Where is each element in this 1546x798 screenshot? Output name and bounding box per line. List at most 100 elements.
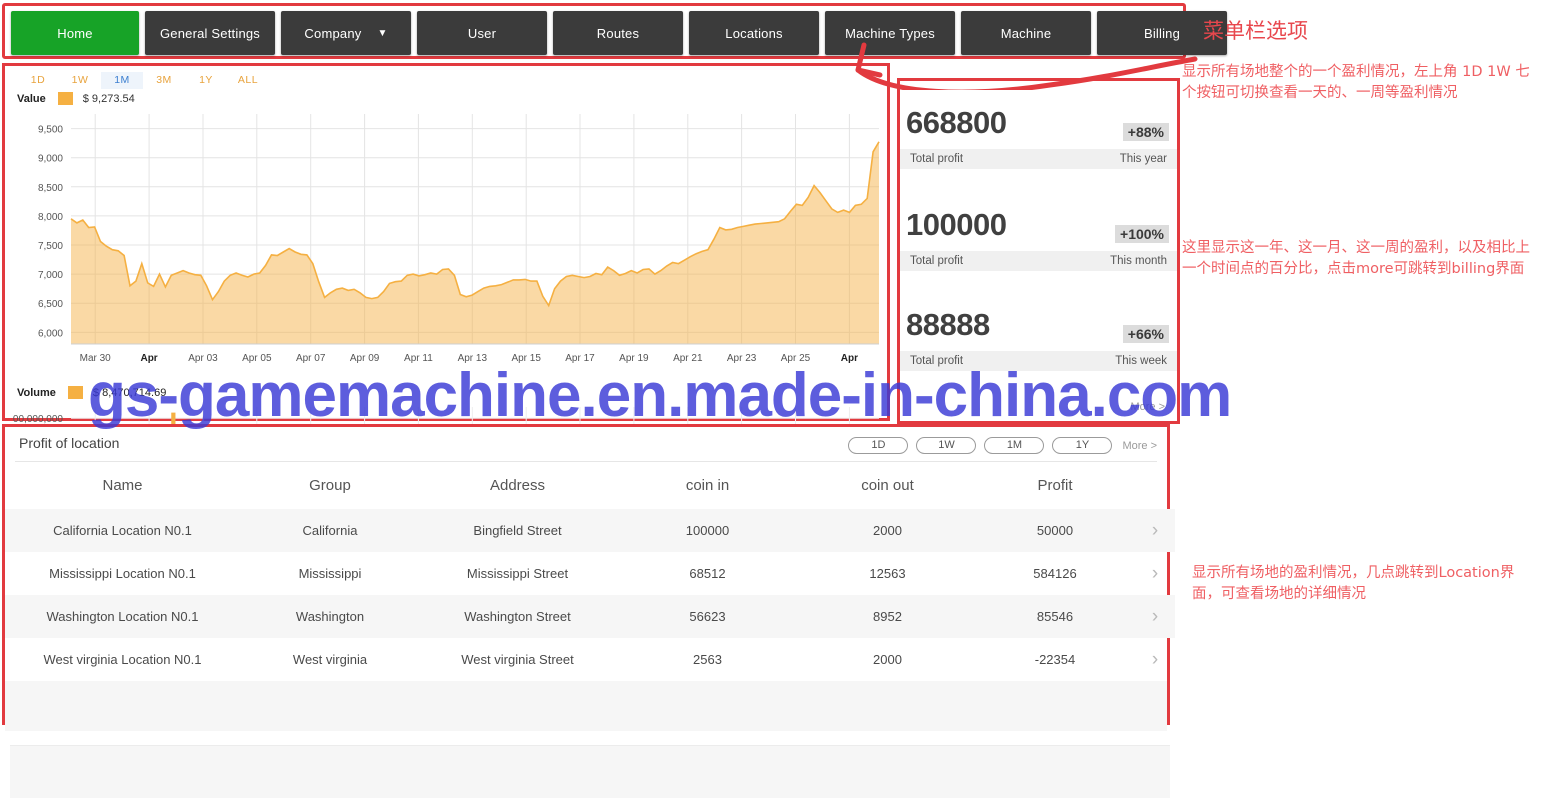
column-header-group: Group — [309, 477, 351, 494]
nav-item-label: General Settings — [159, 25, 261, 41]
column-header-address: Address — [489, 477, 546, 494]
nav-item-label: Company — [304, 25, 362, 41]
cell-coin-in: 68512 — [689, 566, 726, 581]
value-legend-label: Value — [17, 92, 46, 105]
nav-item-general-settings[interactable]: General Settings — [145, 11, 275, 55]
cell-group: Washington — [295, 609, 365, 624]
column-header-action — [1135, 462, 1175, 509]
nav-item-company[interactable]: Company ▼ — [281, 11, 411, 55]
nav-item-label: User — [467, 25, 497, 41]
nav-item-label: Locations — [725, 25, 783, 41]
cell-coin-out: 8952 — [873, 609, 902, 624]
table-header-row: Name Group Address coin in coin out Profit — [5, 462, 1175, 509]
profit-card-this-year[interactable]: 668800 +88% Total profit This year — [900, 101, 1177, 175]
table-range-1m[interactable]: 1M — [984, 437, 1045, 454]
column-header-profit: Profit — [1037, 477, 1073, 494]
table-range-1w[interactable]: 1W — [916, 437, 977, 454]
cell-address: Mississippi Street — [466, 566, 569, 581]
chevron-down-icon: ▼ — [377, 27, 388, 39]
chart-range-all[interactable]: ALL — [227, 72, 269, 89]
nav-item-locations[interactable]: Locations — [689, 11, 819, 55]
value-chart-svg: 6,000 6,500 7,000 7,500 8,000 8,500 9,000 9,500… — [38, 114, 880, 364]
cell-coin-out: 2000 — [873, 523, 902, 538]
cell-address: West virginia Street — [461, 652, 574, 667]
table-range-1y[interactable]: 1Y — [1052, 437, 1113, 454]
cell-coin-out: 12563 — [869, 566, 906, 581]
cell-profit: 85546 — [1036, 609, 1074, 624]
profit-amount: 100000 — [906, 207, 1007, 242]
nav-item-user[interactable]: User — [417, 11, 547, 55]
svg-text:6,500: 6,500 — [38, 299, 63, 310]
column-header-coin-out: coin out — [861, 477, 914, 494]
value-legend-swatch — [57, 92, 73, 105]
chart-range-1w[interactable]: 1W — [59, 72, 101, 89]
table-range-1d[interactable]: 1D — [848, 437, 909, 454]
profit-amount: 668800 — [906, 105, 1007, 140]
value-legend: Value $ 9,273.54 — [17, 92, 135, 105]
svg-text:7,000: 7,000 — [38, 270, 63, 281]
nav-item-label: Home — [57, 25, 93, 41]
row-detail-chevron[interactable]: › — [1135, 509, 1175, 552]
profit-card-period: This month — [1110, 255, 1167, 267]
chart-range-selector[interactable]: 1D 1W 1M 3M 1Y ALL — [17, 72, 269, 89]
nav-item-routes[interactable]: Routes — [553, 11, 683, 55]
profit-card-this-month[interactable]: 100000 +100% Total profit This month — [900, 203, 1177, 277]
cell-address: Washington Street — [464, 609, 571, 624]
table-bottom-gap — [5, 731, 1167, 739]
cell-profit: -22354 — [1034, 652, 1076, 667]
profit-card-subbar: Total profit This year — [900, 149, 1177, 169]
table-range-selector[interactable]: 1D 1W 1M 1Y More > — [848, 437, 1157, 454]
table-body: California Location N0.1 California Bingfi… — [5, 509, 1175, 681]
row-detail-chevron[interactable]: › — [1135, 638, 1175, 681]
nav-item-home[interactable]: Home — [11, 11, 139, 55]
chart-range-1d[interactable]: 1D — [17, 72, 59, 89]
profit-card-subbar: Total profit This month — [900, 251, 1177, 271]
profit-card-label: Total profit — [910, 153, 964, 165]
volume-legend-swatch — [67, 386, 83, 399]
value-area-chart[interactable]: 6,000 6,500 7,000 7,500 8,000 8,500 9,000 9,500… — [13, 110, 885, 368]
cell-coin-out: 2000 — [873, 652, 902, 667]
profit-card-spacer — [900, 175, 1177, 203]
volume-legend-label: Volume — [17, 386, 56, 399]
chart-range-1m[interactable]: 1M — [101, 72, 143, 89]
watermark-text: gs-gamemachine.en.made-in-china.com — [88, 361, 1232, 430]
column-header-name: Name — [102, 477, 143, 494]
profit-card-label: Total profit — [910, 255, 964, 267]
annotation-menu-title: 菜单栏选项 — [1203, 19, 1308, 43]
annotation-profit-note: 这里显示这一年、这一月、这一周的盈利，以及相比上一个时间点的百分比，点击more… — [1182, 240, 1530, 278]
cell-name: Washington Location N0.1 — [46, 609, 199, 624]
cell-coin-in: 56623 — [689, 609, 726, 624]
table-more-link[interactable]: More > — [1122, 440, 1157, 452]
chevron-right-icon: › — [1151, 562, 1159, 584]
svg-text:8,500: 8,500 — [38, 183, 63, 194]
chart-range-3m[interactable]: 3M — [143, 72, 185, 89]
cell-name: Mississippi Location N0.1 — [49, 566, 196, 581]
location-table: Name Group Address coin in coin out Profit Ca… — [5, 462, 1175, 681]
profit-percent-badge: +100% — [1115, 225, 1169, 243]
svg-text:9,500: 9,500 — [38, 125, 63, 136]
table-title: Profit of location — [19, 435, 120, 451]
table-empty-row — [5, 681, 1167, 731]
table-header-bar: Profit of location 1D 1W 1M 1Y More > — [5, 427, 1167, 461]
cell-coin-in: 2563 — [693, 652, 722, 667]
chart-range-1y[interactable]: 1Y — [185, 72, 227, 89]
cell-address: Bingfield Street — [473, 523, 562, 538]
table-row[interactable]: West virginia Location N0.1 West virginia… — [5, 638, 1175, 681]
chevron-right-icon: › — [1151, 519, 1159, 541]
table-row[interactable]: Washington Location N0.1 Washington Washin… — [5, 595, 1175, 638]
profit-percent-badge: +88% — [1122, 123, 1169, 141]
row-detail-chevron[interactable]: › — [1135, 552, 1175, 595]
cell-name: California Location N0.1 — [53, 523, 192, 538]
chevron-right-icon: › — [1151, 648, 1159, 670]
cell-group: Mississippi — [298, 566, 362, 581]
row-detail-chevron[interactable]: › — [1135, 595, 1175, 638]
profit-of-location-panel: Profit of location 1D 1W 1M 1Y More > Name Gr… — [2, 424, 1175, 739]
profit-card-period: This year — [1119, 153, 1167, 165]
chevron-right-icon: › — [1151, 605, 1159, 627]
dashboard-page: Home General Settings Company ▼ User Routes Lo… — [0, 0, 1546, 798]
svg-text:8,000: 8,000 — [38, 212, 63, 223]
table-row[interactable]: Mississippi Location N0.1 Mississippi Miss… — [5, 552, 1175, 595]
table-row[interactable]: California Location N0.1 California Bingfi… — [5, 509, 1175, 552]
annotation-chart-note: 显示所有场地整个的一个盈利情况，左上角 1D 1W 七个按钮可切换查看一天的、一… — [1182, 64, 1530, 102]
value-legend-value: $ 9,273.54 — [82, 92, 135, 105]
